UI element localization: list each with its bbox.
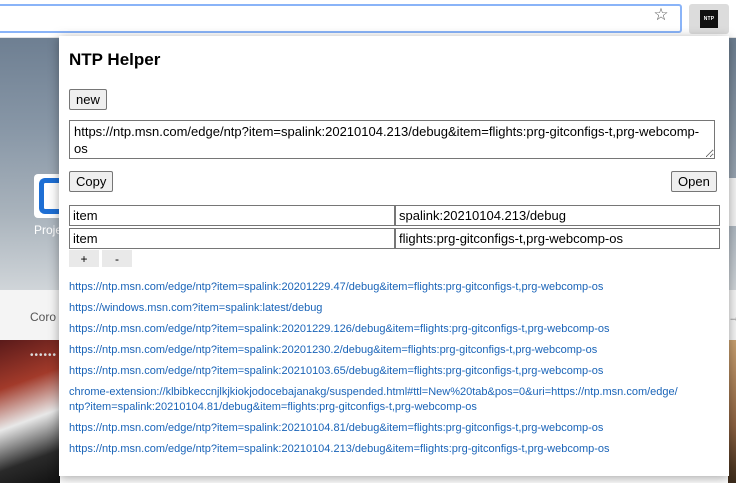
new-button[interactable]: new: [69, 89, 107, 110]
param-value-input[interactable]: [395, 228, 720, 249]
bookmark-star-icon[interactable]: ☆: [650, 4, 672, 26]
background-hero-image: [0, 38, 60, 290]
quick-link-tile-right[interactable]: [728, 178, 736, 226]
param-key-input[interactable]: [69, 228, 395, 249]
browser-toolbar: ☆ NTP: [0, 0, 736, 38]
param-value-input[interactable]: [395, 205, 720, 226]
url-textarea[interactable]: https://ntp.msn.com/edge/ntp?item=spalin…: [69, 120, 715, 159]
address-bar[interactable]: [0, 4, 682, 33]
param-row: [69, 205, 720, 226]
ntp-extension-icon: NTP: [700, 10, 718, 28]
remove-param-button[interactable]: -: [102, 250, 132, 267]
add-param-button[interactable]: +: [69, 250, 99, 267]
background-hero-image-right: [728, 38, 736, 290]
history-link[interactable]: https://ntp.msn.com/edge/ntp?item=spalin…: [69, 343, 681, 358]
param-row: [69, 228, 720, 249]
popup-title: NTP Helper: [69, 50, 161, 69]
history-link[interactable]: https://ntp.msn.com/edge/ntp?item=spalin…: [69, 421, 681, 436]
quick-link-label: Proje: [34, 223, 63, 237]
carousel-dots: ••••••: [30, 350, 58, 361]
ntp-helper-popup: NTP Helper new https://ntp.msn.com/edge/…: [59, 36, 729, 476]
next-arrow-icon[interactable]: →: [728, 310, 736, 324]
news-card-image[interactable]: [0, 340, 60, 483]
open-button[interactable]: Open: [671, 171, 717, 192]
ntp-helper-extension-button[interactable]: NTP: [689, 4, 729, 34]
history-link[interactable]: https://ntp.msn.com/edge/ntp?item=spalin…: [69, 364, 681, 379]
history-link[interactable]: https://windows.msn.com?item=spalink:lat…: [69, 301, 681, 316]
history-link[interactable]: https://ntp.msn.com/edge/ntp?item=spalin…: [69, 280, 681, 295]
query-params-table: [69, 203, 720, 251]
history-link[interactable]: chrome-extension://klbibkeccnjlkjkiokjod…: [69, 385, 681, 415]
news-category-label[interactable]: Coro: [30, 310, 56, 324]
history-link[interactable]: https://ntp.msn.com/edge/ntp?item=spalin…: [69, 322, 681, 337]
history-link[interactable]: https://ntp.msn.com/edge/ntp?item=spalin…: [69, 442, 681, 457]
url-history-list: https://ntp.msn.com/edge/ntp?item=spalin…: [69, 280, 681, 463]
param-key-input[interactable]: [69, 205, 395, 226]
copy-button[interactable]: Copy: [69, 171, 114, 192]
news-card-image-right[interactable]: [728, 340, 736, 483]
